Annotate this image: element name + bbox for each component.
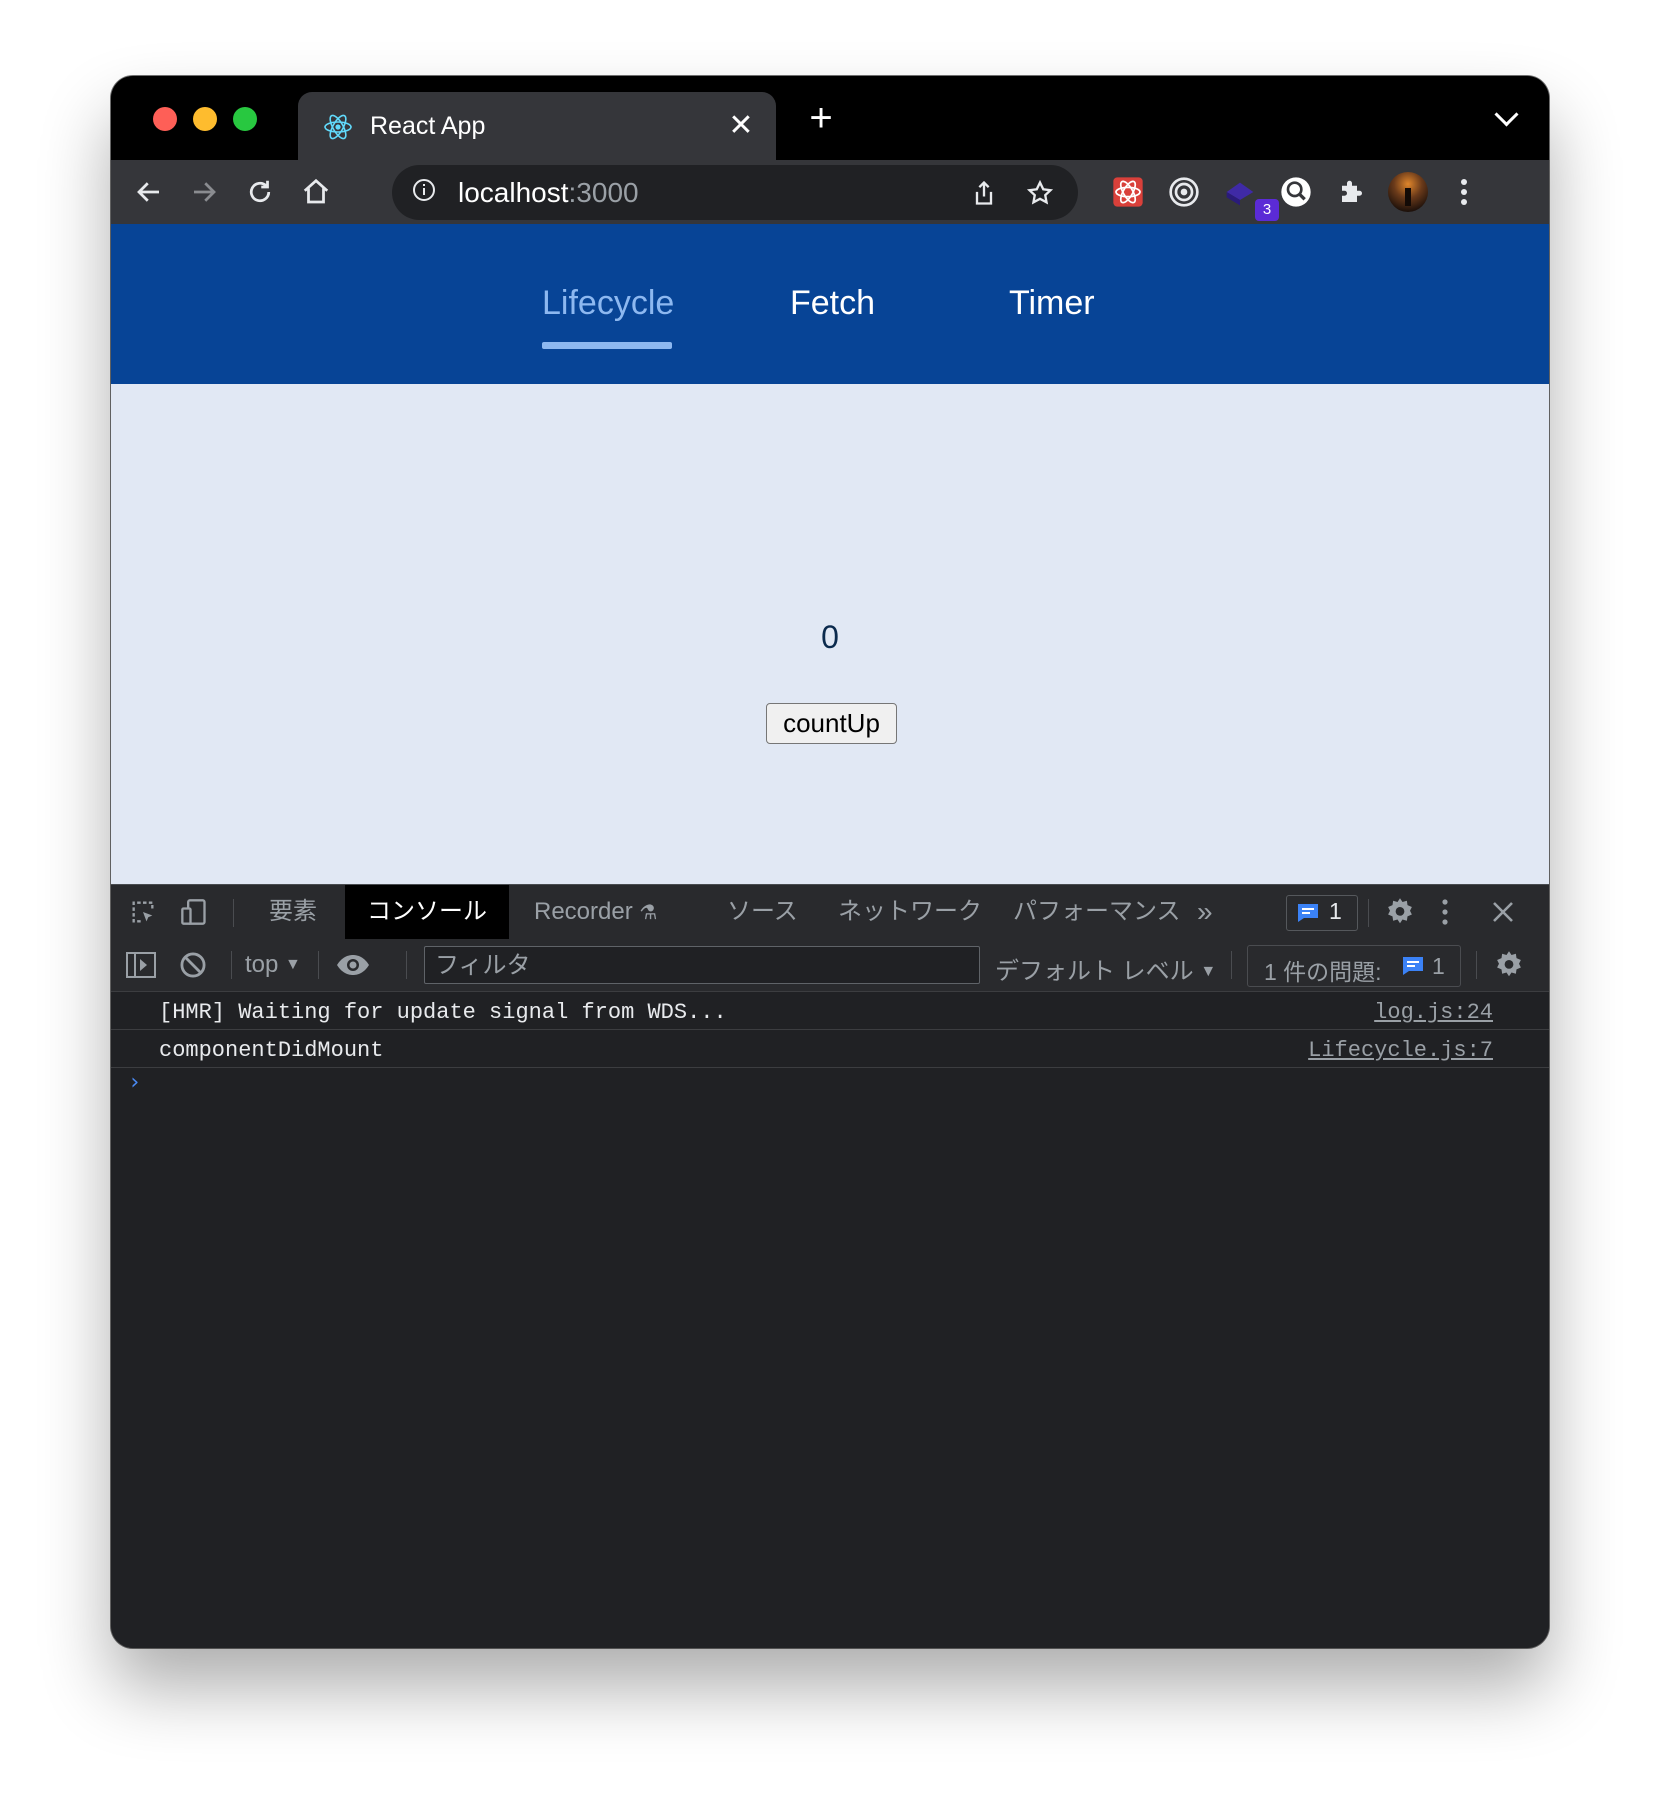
tab-search-chevron-icon[interactable] xyxy=(1494,102,1519,127)
tab-elements[interactable]: 要素 xyxy=(269,885,317,939)
toolbar-divider xyxy=(1231,951,1232,979)
nav-item-lifecycle[interactable]: Lifecycle xyxy=(542,284,674,323)
console-message: [HMR] Waiting for update signal from WDS… xyxy=(111,992,1549,1030)
console-message-text: componentDidMount xyxy=(159,1038,384,1063)
devtools-menu-icon[interactable] xyxy=(1435,896,1455,928)
console-source-link[interactable]: log.js:24 xyxy=(1374,1000,1493,1025)
flask-icon: ⚗ xyxy=(639,902,658,924)
minimize-window-button[interactable] xyxy=(193,107,217,131)
more-tabs-icon[interactable]: » xyxy=(1197,885,1213,939)
title-bar: React App ✕ + xyxy=(111,76,1549,162)
dropdown-arrow-icon: ▼ xyxy=(285,956,301,973)
forward-icon[interactable] xyxy=(183,171,225,213)
react-logo-icon xyxy=(324,114,352,140)
console-message-text: [HMR] Waiting for update signal from WDS… xyxy=(159,1000,727,1025)
count-value: 0 xyxy=(821,619,839,655)
toolbar-divider xyxy=(233,899,234,927)
tab-close-icon[interactable]: ✕ xyxy=(724,108,758,143)
target-extension-icon[interactable] xyxy=(1163,171,1205,213)
toolbar-divider xyxy=(1476,951,1477,979)
browser-tab[interactable]: React App ✕ xyxy=(298,92,776,162)
page-viewport: Lifecycle Fetch Timer 0 countUp xyxy=(111,224,1549,884)
tab-recorder[interactable]: Recorder ⚗ xyxy=(534,885,657,939)
active-nav-indicator xyxy=(542,342,672,349)
toolbar-divider xyxy=(231,951,232,979)
search-extension-icon[interactable] xyxy=(1275,171,1317,213)
tab-performance[interactable]: パフォーマンス xyxy=(1013,885,1181,939)
tab-network[interactable]: ネットワーク xyxy=(838,885,982,939)
reload-icon[interactable] xyxy=(239,171,281,213)
profile-avatar[interactable] xyxy=(1387,171,1429,213)
app-navbar: Lifecycle Fetch Timer xyxy=(111,224,1549,384)
log-level-dropdown[interactable]: デフォルト レベル ▼ xyxy=(995,951,1216,986)
clear-console-icon[interactable] xyxy=(177,949,209,981)
toolbar-divider xyxy=(406,951,407,979)
toolbar-divider xyxy=(318,951,319,979)
console-source-link[interactable]: Lifecycle.js:7 xyxy=(1308,1038,1493,1063)
tab-sources[interactable]: ソース xyxy=(727,885,798,939)
maximize-window-button[interactable] xyxy=(233,107,257,131)
sidebar-toggle-icon[interactable] xyxy=(125,949,157,981)
count-up-button[interactable]: countUp xyxy=(766,703,897,744)
issues-counter-value: 1 xyxy=(1329,898,1342,924)
live-expression-eye-icon[interactable] xyxy=(335,949,371,981)
issues-count: 1 xyxy=(1432,953,1445,979)
console-settings-icon[interactable] xyxy=(1493,949,1525,981)
new-tab-button[interactable]: + xyxy=(801,98,841,138)
devtools-tab-bar: 要素 コンソール Recorder ⚗ ソース ネットワーク パフォーマンス »… xyxy=(111,884,1549,940)
browser-window: React App ✕ + localhost:3000 3 Lifecycle… xyxy=(111,76,1549,1648)
toolbar-divider xyxy=(1368,899,1369,927)
issues-label: 1 件の問題: xyxy=(1264,959,1382,985)
share-icon[interactable] xyxy=(966,175,1002,211)
site-info-icon[interactable] xyxy=(412,178,436,202)
back-icon[interactable] xyxy=(128,171,170,213)
context-selector[interactable]: top ▼ xyxy=(245,951,301,979)
react-devtools-extension-icon[interactable] xyxy=(1107,171,1149,213)
console-filter-input[interactable]: フィルタ xyxy=(424,946,980,984)
message-icon xyxy=(1403,957,1423,975)
device-toolbar-icon[interactable] xyxy=(179,897,209,927)
issues-summary-button[interactable]: 1 件の問題: 1 xyxy=(1247,945,1461,987)
nav-item-timer[interactable]: Timer xyxy=(1009,284,1095,323)
message-icon xyxy=(1298,904,1318,922)
devtools-panel: 要素 コンソール Recorder ⚗ ソース ネットワーク パフォーマンス »… xyxy=(111,884,1549,1648)
extensions-puzzle-icon[interactable] xyxy=(1331,171,1373,213)
close-window-button[interactable] xyxy=(153,107,177,131)
issues-counter-button[interactable]: 1 xyxy=(1286,895,1358,931)
devtools-close-icon[interactable] xyxy=(1487,896,1519,928)
url-text: localhost:3000 xyxy=(458,177,639,208)
tab-title: React App xyxy=(370,112,486,140)
dropdown-arrow-icon: ▼ xyxy=(1200,963,1217,980)
inspect-element-icon[interactable] xyxy=(128,897,158,927)
devtools-settings-icon[interactable] xyxy=(1384,896,1416,928)
nav-item-fetch[interactable]: Fetch xyxy=(790,284,875,323)
browser-menu-icon[interactable] xyxy=(1443,171,1485,213)
console-message: componentDidMount Lifecycle.js:7 xyxy=(111,1030,1549,1068)
bookmark-star-icon[interactable] xyxy=(1022,175,1058,211)
address-bar[interactable]: localhost:3000 xyxy=(392,165,1078,220)
tab-console[interactable]: コンソール xyxy=(345,885,509,939)
console-toolbar: top ▼ フィルタ デフォルト レベル ▼ 1 件の問題: 1 xyxy=(111,939,1549,992)
home-icon[interactable] xyxy=(295,171,337,213)
console-prompt[interactable]: › xyxy=(128,1070,141,1095)
browser-toolbar: localhost:3000 3 xyxy=(111,160,1549,224)
